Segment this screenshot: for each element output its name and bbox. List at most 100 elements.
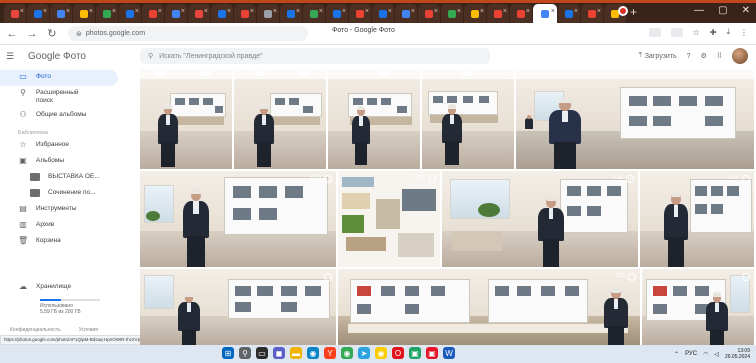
browser-tab[interactable]: × [50,4,72,23]
browser-tab[interactable]: × [510,4,532,23]
browser-tab[interactable]: × [372,4,394,23]
edge-icon[interactable]: ◉ [307,347,319,359]
arrow-right-icon[interactable]: → [24,28,40,40]
browser-tab[interactable]: × [4,4,26,23]
sidebar-album-2[interactable]: Сочинение по... [0,186,138,202]
extension-icon[interactable] [648,27,661,37]
explorer-icon[interactable]: ▬ [290,347,302,359]
select-checkbox[interactable] [742,273,750,281]
tab-close-icon[interactable]: × [89,8,93,15]
wifi-icon[interactable]: ◠ [703,351,708,358]
upload-button[interactable]: ⤒ Загрузить [639,52,677,60]
browser-tab[interactable]: × [558,4,580,23]
new-tab-button[interactable]: + [630,5,637,19]
tab-close-icon[interactable]: × [319,8,323,15]
tab-close-icon[interactable]: × [342,8,346,15]
browser-tab[interactable]: × [165,4,187,23]
tab-close-icon[interactable]: × [296,8,300,15]
yandex-browser-icon[interactable]: ◉ [375,347,387,359]
photo-tile[interactable]: 0:06 [640,171,754,267]
help-icon[interactable]: ? [687,53,691,60]
browser-tab[interactable]: × [581,4,603,23]
close-window-icon[interactable]: ✕ [742,5,750,16]
windows-start-icon[interactable]: ⊞ [222,347,234,359]
storage-block[interactable]: ☁ Хранилище Использовано 5,59 ГБ из 200 … [0,280,100,315]
search-input[interactable]: ⚲ Искать "Ленинградской правде" [140,48,490,64]
browser-tab[interactable]: × [280,4,302,23]
taskview-icon[interactable]: ▭ [256,347,268,359]
download-icon[interactable]: ⤓ [726,27,730,37]
tab-close-icon[interactable]: × [503,8,507,15]
tab-close-icon[interactable]: × [434,8,438,15]
photo-tile[interactable] [234,69,326,169]
tab-close-icon[interactable]: × [20,8,24,15]
sidebar-item-shared-albums[interactable]: ⚇ Общие альбомы [0,108,138,124]
sidebar-item-advanced-search[interactable]: ⚲ Расширенный поиск [0,86,138,108]
select-checkbox[interactable] [742,175,750,183]
tab-close-icon[interactable]: × [551,8,555,15]
telegram-icon[interactable]: ➤ [358,347,370,359]
select-checkbox[interactable] [428,175,436,183]
tab-close-icon[interactable]: × [457,8,461,15]
clock[interactable]: 13:09 26.05.2024 [725,348,750,360]
tab-close-icon[interactable]: × [158,8,162,15]
tab-close-icon[interactable]: × [227,8,231,15]
browser-tab[interactable]: × [234,4,256,23]
omnibox[interactable]: ⊜ photos.google.com [68,26,308,41]
photo-tile[interactable] [516,69,754,169]
tab-close-icon[interactable]: × [574,8,578,15]
sidebar-album-1[interactable]: ВЫСТАВКА ОЕ... [0,170,138,186]
browser-tab[interactable]: × [464,4,486,23]
tab-close-icon[interactable]: × [273,8,277,15]
apps-grid-icon[interactable]: ⠿ [717,52,722,60]
select-checkbox[interactable] [628,273,636,281]
browser-tab[interactable]: × [303,4,325,23]
reload-icon[interactable]: ↻ [44,27,60,40]
yandex-icon[interactable]: Y [324,347,336,359]
browser-tab[interactable]: × [211,4,233,23]
red-app-icon[interactable]: ▣ [426,347,438,359]
sidebar-item-photos[interactable]: ▭ Фото [0,70,118,86]
minimize-icon[interactable]: — [694,5,704,16]
chevron-up-icon[interactable]: ⌃ [674,351,679,358]
app-logo[interactable]: Google Фото [28,51,86,62]
sidebar-item-favorites[interactable]: ☆ Избранное [0,138,138,154]
privacy-link[interactable]: Конфиденциальность [10,327,61,333]
hamburger-menu-icon[interactable]: ☰ [6,51,22,62]
puzzle-icon[interactable]: ✚ [710,28,717,37]
word-icon[interactable]: W [443,347,455,359]
photo-tile[interactable] [328,69,420,169]
browser-tab[interactable]: × [257,4,279,23]
site-info-icon[interactable]: ⊜ [76,30,82,38]
photo-tile[interactable]: 0:05 [140,171,336,267]
select-checkbox[interactable] [626,175,634,183]
browser-tab[interactable]: × [188,4,210,23]
settings-gear-icon[interactable]: ⚙ [701,52,707,60]
tab-close-icon[interactable]: × [388,8,392,15]
photo-tile[interactable]: 0:35 [338,269,640,345]
chrome-icon[interactable]: ◉ [341,347,353,359]
search-icon[interactable]: ⚲ [148,52,153,60]
tab-close-icon[interactable]: × [43,8,47,15]
tab-close-icon[interactable]: × [411,8,415,15]
tab-close-icon[interactable]: × [204,8,208,15]
arrow-left-icon[interactable]: ← [4,28,20,40]
terms-link[interactable]: Условия [79,327,98,333]
green-app-icon[interactable]: ▣ [409,347,421,359]
sidebar-item-archive[interactable]: ▥ Архив [0,218,138,234]
tab-close-icon[interactable]: × [480,8,484,15]
sidebar-item-storage[interactable]: ☁ Хранилище [0,280,100,296]
browser-tab[interactable]: × [27,4,49,23]
search-icon[interactable]: ⚲ [239,347,251,359]
browser-tab[interactable]: × [395,4,417,23]
browser-tab[interactable]: × [96,4,118,23]
sidebar-item-tools[interactable]: ▤ Инструменты [0,202,138,218]
photo-tile[interactable] [422,69,514,169]
photo-tile[interactable]: 0:46 [338,171,440,267]
photo-tile[interactable]: 0:30 [442,171,638,267]
volume-icon[interactable]: ◁ [714,351,719,358]
opera-icon[interactable]: O [392,347,404,359]
photo-tile[interactable] [140,69,232,169]
tab-close-icon[interactable]: × [365,8,369,15]
translate-icon[interactable] [670,27,683,37]
